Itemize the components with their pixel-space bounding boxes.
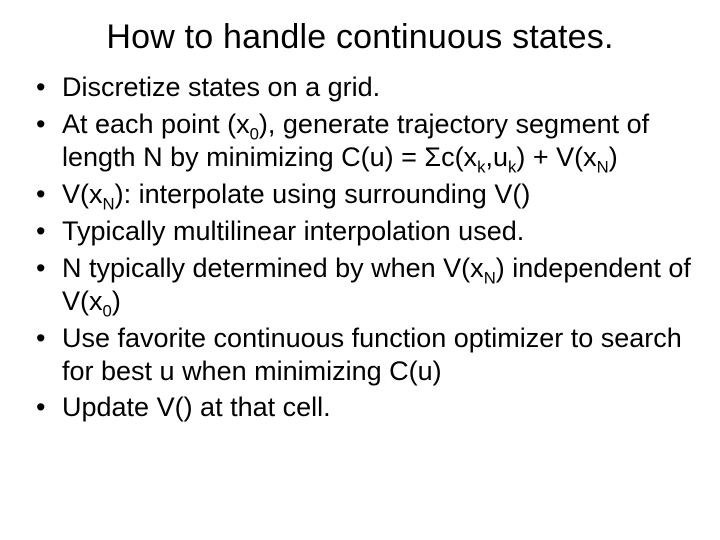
bullet-text: At each point (x bbox=[62, 109, 250, 139]
bullet-item: Discretize states on a grid. bbox=[28, 71, 692, 104]
bullet-item: At each point (x0), generate trajectory … bbox=[28, 108, 692, 174]
bullet-item: N typically determined by when V(xN) ind… bbox=[28, 252, 692, 318]
slide: How to handle continuous states. Discret… bbox=[0, 0, 720, 540]
subscript: 0 bbox=[250, 124, 259, 143]
bullet-text: ) bbox=[609, 142, 618, 172]
bullet-text: V(x bbox=[62, 179, 103, 209]
bullet-text: ,u bbox=[485, 142, 508, 172]
bullet-text: Typically multilinear interpolation used… bbox=[62, 216, 524, 246]
subscript: N bbox=[484, 268, 496, 287]
bullet-item: Update V() at that cell. bbox=[28, 391, 692, 424]
subscript: N bbox=[597, 157, 609, 176]
subscript: 0 bbox=[103, 301, 112, 320]
subscript: N bbox=[103, 194, 115, 213]
bullet-text: ) bbox=[112, 286, 121, 316]
bullet-text: Update V() at that cell. bbox=[62, 392, 331, 422]
bullet-list: Discretize states on a grid. At each poi… bbox=[28, 71, 692, 424]
bullet-text: N typically determined by when V(x bbox=[62, 253, 484, 283]
bullet-text: Discretize states on a grid. bbox=[62, 72, 380, 102]
bullet-text: ) + V(x bbox=[516, 142, 596, 172]
bullet-item: Typically multilinear interpolation used… bbox=[28, 215, 692, 248]
bullet-item: Use favorite continuous function optimiz… bbox=[28, 322, 692, 388]
slide-title: How to handle continuous states. bbox=[28, 18, 692, 57]
bullet-text: ): interpolate using surrounding V() bbox=[115, 179, 531, 209]
bullet-item: V(xN): interpolate using surrounding V() bbox=[28, 178, 692, 211]
bullet-text: Use favorite continuous function optimiz… bbox=[62, 323, 682, 386]
